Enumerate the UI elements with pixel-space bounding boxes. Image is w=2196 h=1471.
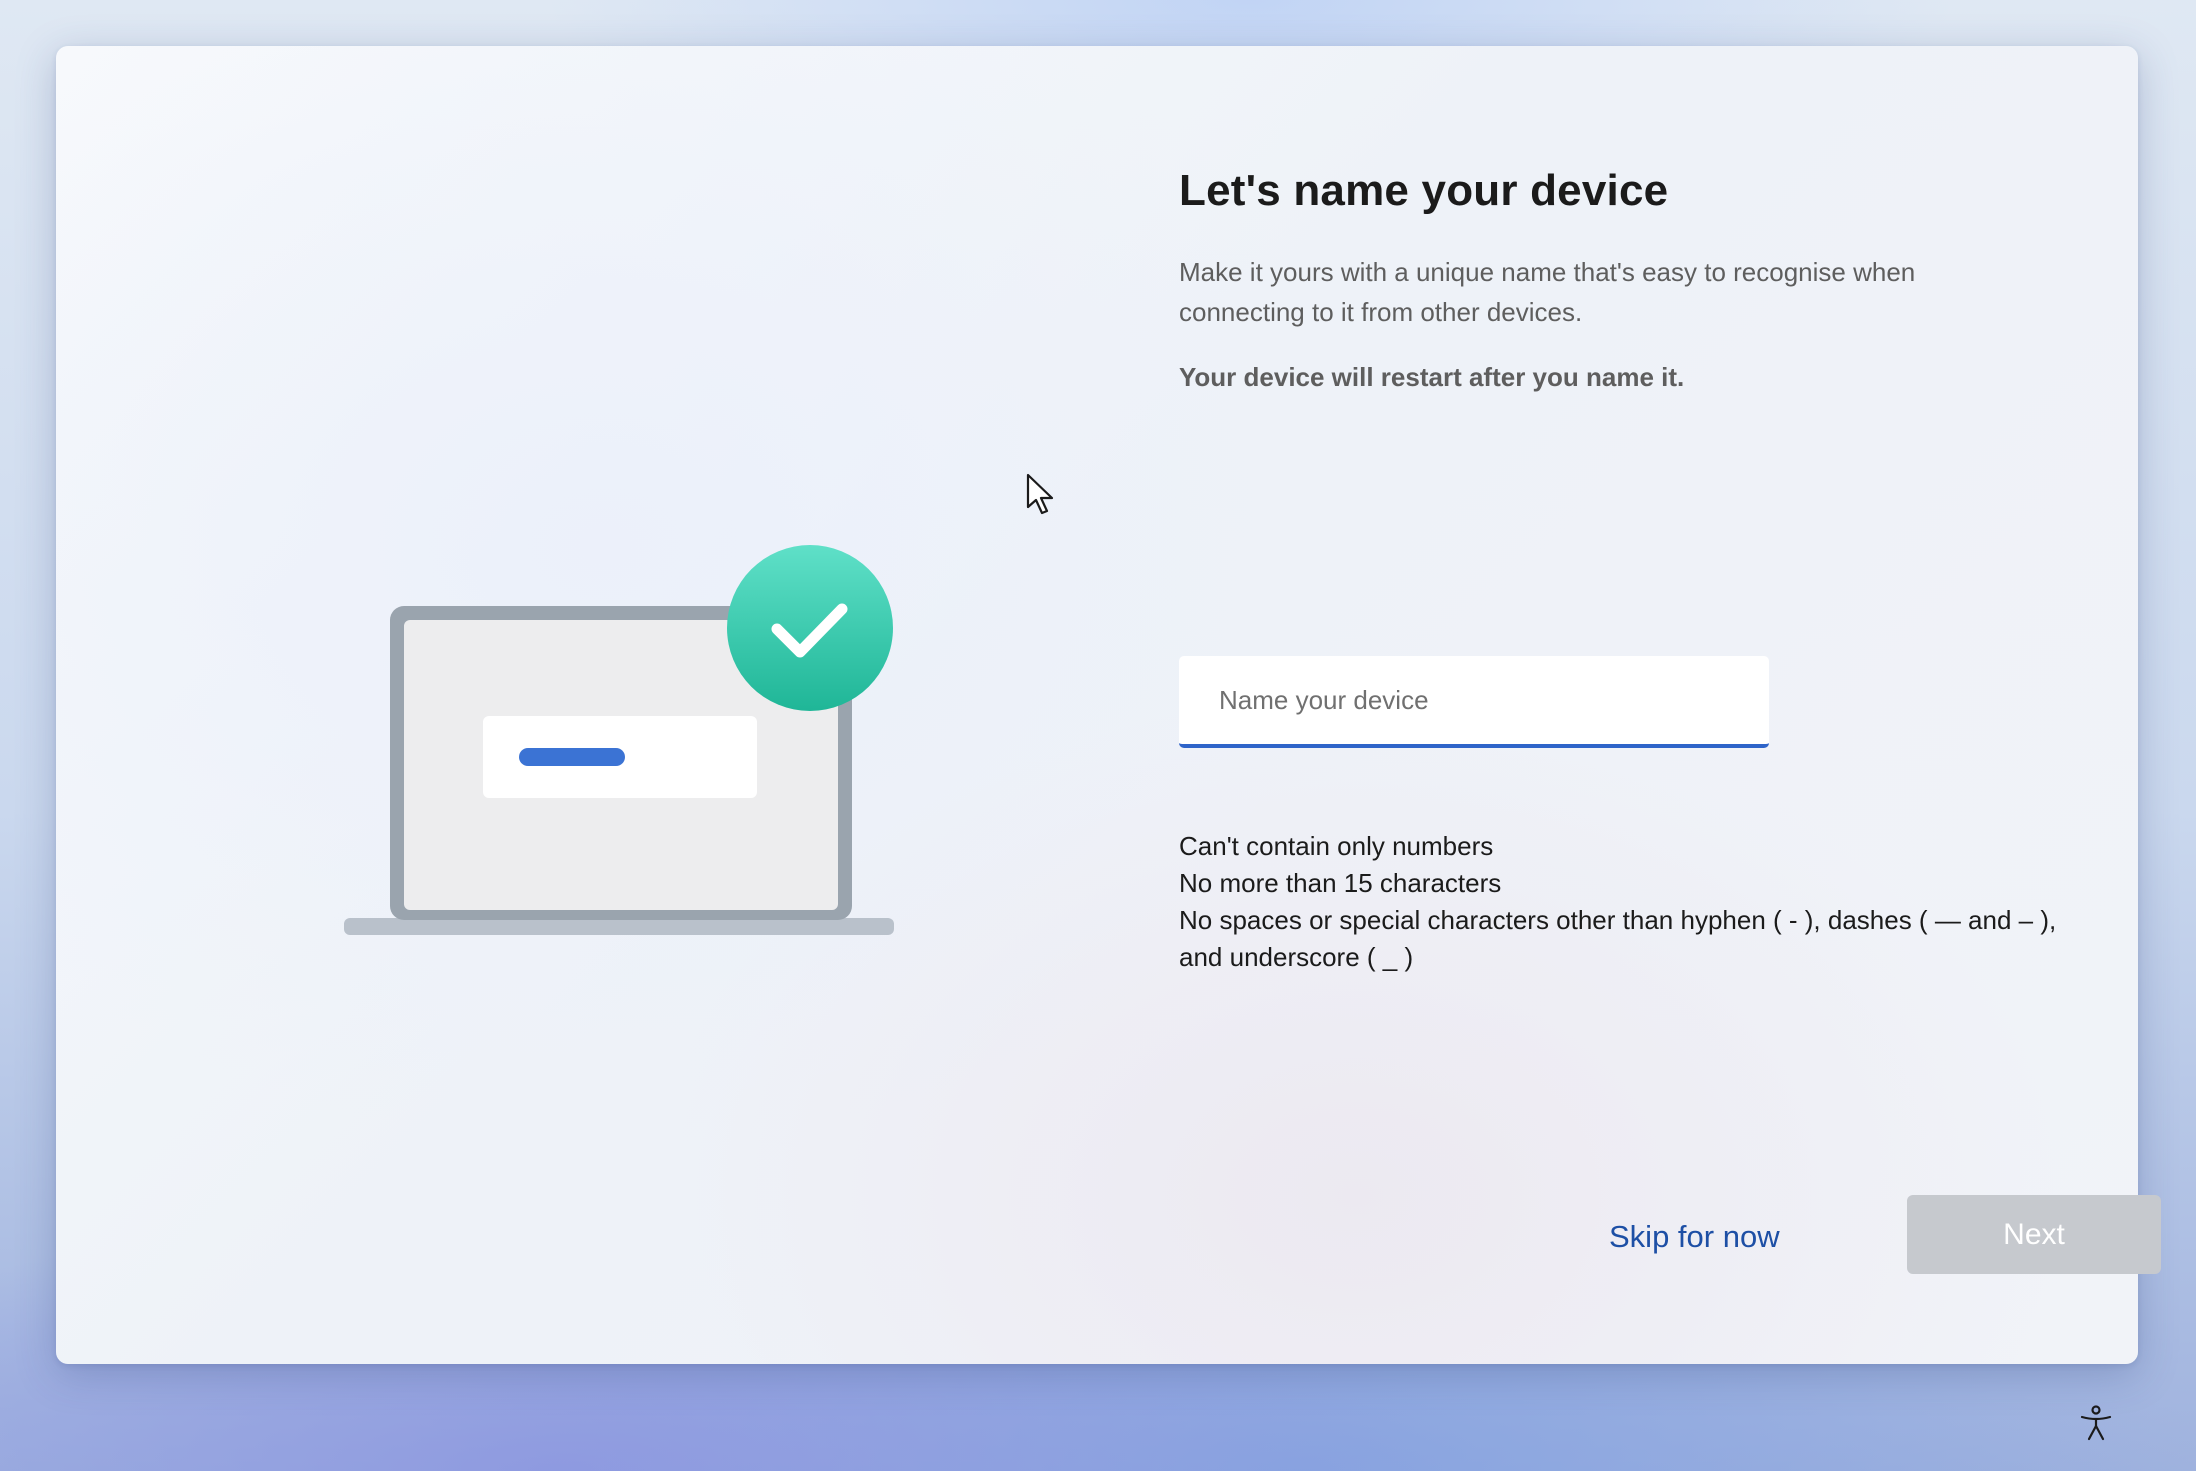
screen-card-bar	[519, 748, 625, 766]
laptop-base	[344, 918, 894, 935]
next-button[interactable]: Next	[1907, 1195, 2161, 1274]
rule-item: No more than 15 characters	[1179, 868, 1502, 898]
naming-rules: Can't contain only numbers No more than …	[1179, 828, 2069, 976]
content-panel: Let's name your device Make it yours wit…	[1179, 46, 2161, 1364]
page-description: Make it yours with a unique name that's …	[1179, 257, 1916, 327]
device-name-input[interactable]	[1179, 656, 1769, 744]
device-name-field[interactable]	[1179, 656, 1769, 748]
rule-item: Can't contain only numbers	[1179, 831, 1494, 861]
accessibility-icon[interactable]	[2077, 1404, 2115, 1442]
skip-for-now-link[interactable]: Skip for now	[1609, 1219, 1780, 1255]
laptop-checkmark-illustration	[344, 545, 894, 935]
page-title: Let's name your device	[1179, 166, 1669, 215]
check-badge	[727, 545, 893, 711]
setup-dialog: Let's name your device Make it yours wit…	[56, 46, 2161, 1364]
mouse-pointer-icon	[1026, 473, 1054, 515]
restart-notice: Your device will restart after you name …	[1179, 362, 1685, 392]
rule-item: No spaces or special characters other th…	[1179, 905, 2057, 972]
